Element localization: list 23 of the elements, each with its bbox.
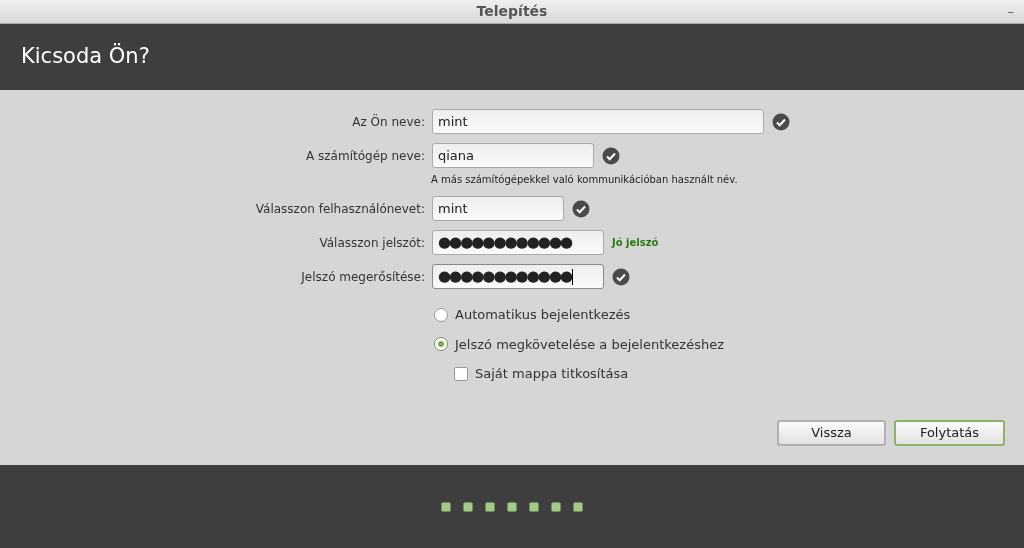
dialog-button[interactable]: Vissza (777, 420, 886, 446)
radio-option[interactable]: Automatikus bejelentkezés (434, 305, 1024, 325)
field-label: Válasszon felhasználónevet: (254, 200, 425, 218)
radio-option[interactable]: Jelszó megkövetelése a bejelentkezéshez (434, 334, 1024, 354)
window-title: Telepítés (476, 2, 548, 21)
input-field[interactable]: mint (432, 196, 564, 221)
field-label: Válasszon jelszót: (318, 234, 425, 252)
minimize-button[interactable]: – (1007, 2, 1014, 22)
radio-button[interactable] (434, 337, 448, 352)
field-hint: A más számítógépekkel való kommunikációban használt név. (431, 173, 739, 187)
password-strength: Jó jelszó (612, 236, 659, 250)
checkbox-option[interactable]: Saját mappa titkosítása (454, 364, 1024, 384)
field-label: A számítógép neve: (305, 147, 425, 165)
field-label: Jelszó megerősítése: (299, 268, 425, 286)
checkbox[interactable] (454, 366, 468, 381)
input-field[interactable]: qiana (432, 143, 594, 168)
page-title: Kicsoda Ön? (21, 42, 150, 71)
input-field[interactable]: ●●●●●●●●●●●● (432, 264, 604, 289)
input-field[interactable]: ●●●●●●●●●●●● (432, 230, 604, 255)
radio-button[interactable] (434, 307, 448, 322)
field-label: Az Ön neve: (351, 113, 425, 131)
dialog-button[interactable]: Folytatás (894, 420, 1005, 446)
input-field[interactable]: mint (432, 109, 764, 134)
